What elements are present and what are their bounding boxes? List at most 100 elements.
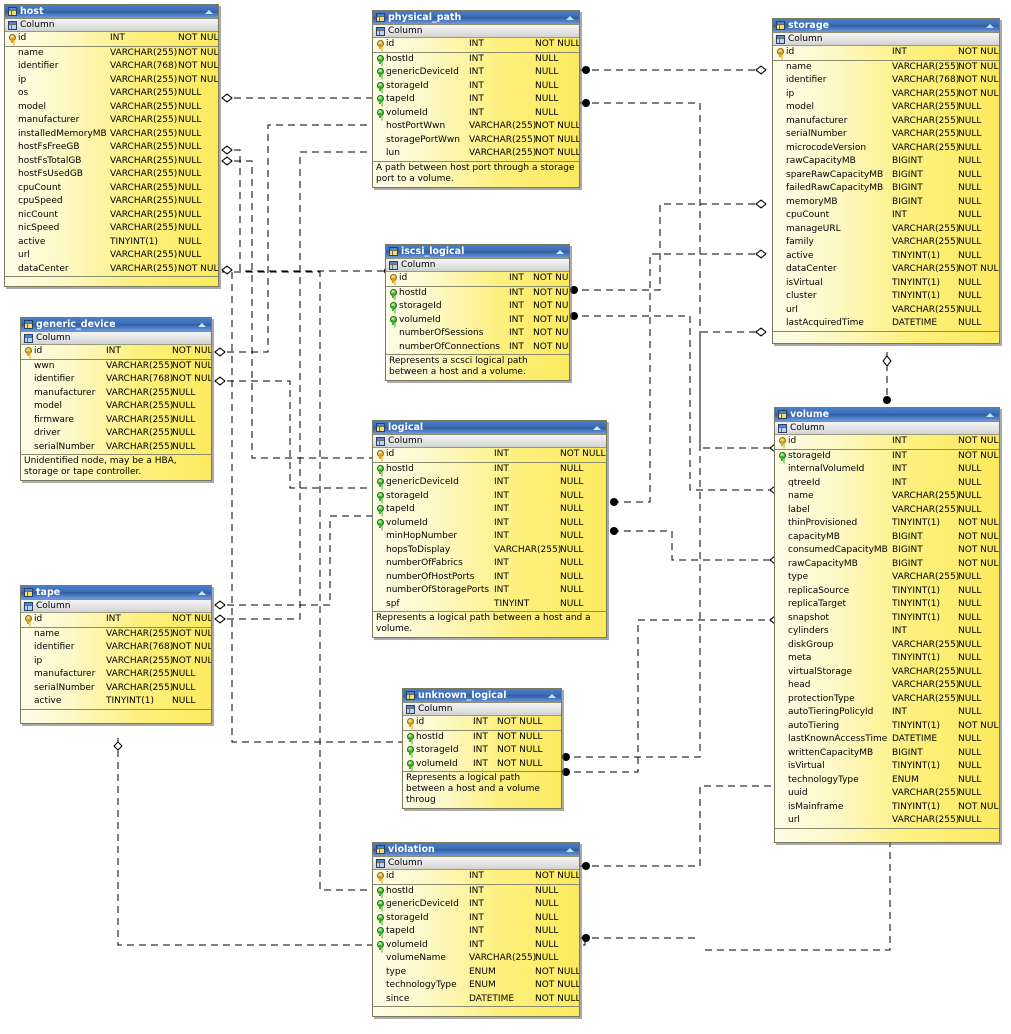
column-section-header[interactable]: Column: [21, 600, 211, 613]
entity-table-physical_path[interactable]: physical_path Column id INT NOT NULL hostId IN…: [372, 10, 580, 188]
column-row[interactable]: id INT NOT NULL: [373, 38, 579, 52]
column-row[interactable]: volumeId INT NULL: [373, 939, 579, 953]
column-row[interactable]: manufacturer VARCHAR(255) NULL: [5, 114, 218, 128]
column-row[interactable]: active TINYINT(1) NULL: [773, 250, 999, 264]
column-row[interactable]: numberOfStoragePorts INT NULL: [373, 584, 606, 598]
column-row[interactable]: model VARCHAR(255) NULL: [773, 101, 999, 115]
entity-table-generic_device[interactable]: generic_device Column id INT NOT NULL wwn VARC…: [20, 317, 212, 481]
column-row[interactable]: identifier VARCHAR(768)NOT NULL: [5, 60, 218, 74]
collapse-icon[interactable]: [564, 845, 577, 855]
column-row[interactable]: url VARCHAR(255) NULL: [773, 304, 999, 318]
column-row[interactable]: id INT NOT NULL: [5, 32, 218, 46]
column-row[interactable]: serialNumber VARCHAR(255) NULL: [773, 128, 999, 142]
column-row[interactable]: hopsToDisplay VARCHAR(255) NULL: [373, 544, 606, 558]
column-row[interactable]: storageId INT NOT NULL: [403, 744, 561, 758]
column-row[interactable]: cpuCount INT NULL: [773, 209, 999, 223]
column-row[interactable]: isVirtual TINYINT(1) NULL: [773, 277, 999, 291]
column-row[interactable]: id INT NOT NULL: [373, 870, 579, 884]
column-row[interactable]: id INT NOT NULL: [775, 435, 999, 449]
collapse-icon[interactable]: [203, 7, 216, 17]
column-row[interactable]: storagePortWwn VARCHAR(255) NOT NULL: [373, 134, 579, 148]
column-section-header[interactable]: Column: [373, 435, 606, 448]
column-row[interactable]: dataCenter VARCHAR(255) NOT NULL: [773, 263, 999, 277]
column-row[interactable]: numberOfHostPorts INT NULL: [373, 571, 606, 585]
column-row[interactable]: name VARCHAR(255)NOT NULL: [773, 61, 999, 75]
column-row[interactable]: replicaSource TINYINT(1) NULL: [775, 585, 999, 599]
column-row[interactable]: hostId INT NULL: [373, 463, 606, 477]
column-row[interactable]: isMainframe TINYINT(1) NOT NULL: [775, 801, 999, 815]
column-row[interactable]: capacityMB BIGINT NOT NULL: [775, 531, 999, 545]
column-row[interactable]: minHopNumber INT NULL: [373, 530, 606, 544]
entity-table-tape[interactable]: tapeColumnidINTNOT NULLnameVARCHAR(255)N…: [20, 585, 212, 724]
column-row[interactable]: volumeId INT NOT NULL: [386, 314, 569, 328]
column-row[interactable]: active TINYINT(1) NULL: [21, 695, 211, 709]
collapse-icon[interactable]: [591, 423, 604, 433]
column-row[interactable]: id INT NOT NULL: [386, 272, 569, 286]
column-row[interactable]: consumedCapacityMB BIGINT NOT NULL: [775, 544, 999, 558]
column-row[interactable]: lastAcquiredTime DATETIME NULL: [773, 317, 999, 331]
entity-titlebar[interactable]: logical: [373, 421, 606, 435]
column-row[interactable]: model VARCHAR(255) NULL: [21, 400, 211, 414]
column-row[interactable]: genericDeviceId INT NULL: [373, 476, 606, 490]
column-row[interactable]: id INT NOT NULL: [21, 345, 211, 359]
entity-titlebar[interactable]: storage: [773, 19, 999, 33]
column-row[interactable]: hostPortWwn VARCHAR(255) NOT NULL: [373, 120, 579, 134]
column-row[interactable]: internalVolumeId INT NULL: [775, 463, 999, 477]
column-section-header[interactable]: Column: [386, 259, 569, 272]
column-row[interactable]: ip VARCHAR(255)NOT NULL: [5, 74, 218, 88]
column-row[interactable]: spf TINYINT NULL: [373, 598, 606, 612]
column-row[interactable]: serialNumber VARCHAR(255) NULL: [21, 682, 211, 696]
column-row[interactable]: autoTiering TINYINT(1) NOT NULL: [775, 720, 999, 734]
entity-titlebar[interactable]: violation: [373, 843, 579, 857]
entity-table-iscsi_logical[interactable]: iscsi_logical Column id INT NOT NULL hostId IN…: [385, 244, 570, 381]
column-row[interactable]: storageId INT NOT NULL: [775, 450, 999, 464]
column-row[interactable]: replicaTarget TINYINT(1) NULL: [775, 598, 999, 612]
entity-titlebar[interactable]: tape: [21, 586, 211, 600]
column-row[interactable]: since DATETIME NOT NULL: [373, 993, 579, 1007]
column-row[interactable]: manufacturer VARCHAR(255) NULL: [21, 387, 211, 401]
entity-table-host[interactable]: host Column id INT NOT NULL name VARCHAR(255) N…: [4, 4, 219, 287]
column-row[interactable]: label VARCHAR(255) NULL: [775, 504, 999, 518]
column-row[interactable]: serialNumber VARCHAR(255) NULL: [21, 441, 211, 455]
collapse-icon[interactable]: [984, 21, 997, 31]
collapse-icon[interactable]: [564, 13, 577, 23]
column-row[interactable]: tapeId INT NULL: [373, 925, 579, 939]
column-section-header[interactable]: Column: [373, 25, 579, 38]
column-row[interactable]: storageId INT NULL: [373, 912, 579, 926]
column-row[interactable]: autoTieringPolicyId INT NULL: [775, 706, 999, 720]
column-row[interactable]: hostId INT NOT NULL: [403, 731, 561, 745]
column-row[interactable]: failedRawCapacityMB BIGINT NULL: [773, 182, 999, 196]
column-row[interactable]: identifier VARCHAR(768)NOT NULL: [21, 373, 211, 387]
entity-titlebar[interactable]: generic_device: [21, 318, 211, 332]
column-row[interactable]: identifier VARCHAR(768)NOT NULL: [21, 641, 211, 655]
column-row[interactable]: lastKnownAccessTime DATETIME NULL: [775, 733, 999, 747]
column-row[interactable]: nicSpeed VARCHAR(255) NULL: [5, 222, 218, 236]
column-row[interactable]: storageId INT NULL: [373, 80, 579, 94]
column-row[interactable]: hostFsFreeGB VARCHAR(255) NULL: [5, 141, 218, 155]
column-row[interactable]: isVirtual TINYINT(1) NULL: [775, 760, 999, 774]
column-row[interactable]: tapeId INT NULL: [373, 93, 579, 107]
column-section-header[interactable]: Column: [5, 19, 218, 32]
column-row[interactable]: virtualStorage VARCHAR(255) NULL: [775, 666, 999, 680]
column-row[interactable]: id INT NOT NULL: [373, 448, 606, 462]
column-row[interactable]: ip VARCHAR(255)NOT NULL: [773, 88, 999, 102]
column-row[interactable]: manageURL VARCHAR(255) NULL: [773, 223, 999, 237]
column-row[interactable]: genericDeviceId INT NULL: [373, 898, 579, 912]
column-row[interactable]: meta TINYINT(1) NULL: [775, 652, 999, 666]
column-section-header[interactable]: Column: [373, 857, 579, 870]
entity-table-violation[interactable]: violation Column id INT NOT NULL hostId INT NUL…: [372, 842, 580, 1017]
column-section-header[interactable]: Column: [403, 703, 561, 716]
column-row[interactable]: hostFsTotalGB VARCHAR(255) NULL: [5, 155, 218, 169]
column-row[interactable]: lun VARCHAR(255) NOT NULL: [373, 147, 579, 161]
collapse-icon[interactable]: [984, 410, 997, 420]
column-row[interactable]: thinProvisioned TINYINT(1) NOT NULL: [775, 517, 999, 531]
collapse-icon[interactable]: [546, 691, 559, 701]
column-row[interactable]: volumeId INT NOT NULL: [403, 758, 561, 772]
collapse-icon[interactable]: [554, 247, 567, 257]
column-row[interactable]: genericDeviceId INT NULL: [373, 66, 579, 80]
column-row[interactable]: storageId INT NULL: [373, 490, 606, 504]
column-section-header[interactable]: Column: [21, 332, 211, 345]
column-row[interactable]: volumeId INT NULL: [373, 107, 579, 121]
column-row[interactable]: head VARCHAR(255) NULL: [775, 679, 999, 693]
column-row[interactable]: storageId INT NOT NULL: [386, 300, 569, 314]
